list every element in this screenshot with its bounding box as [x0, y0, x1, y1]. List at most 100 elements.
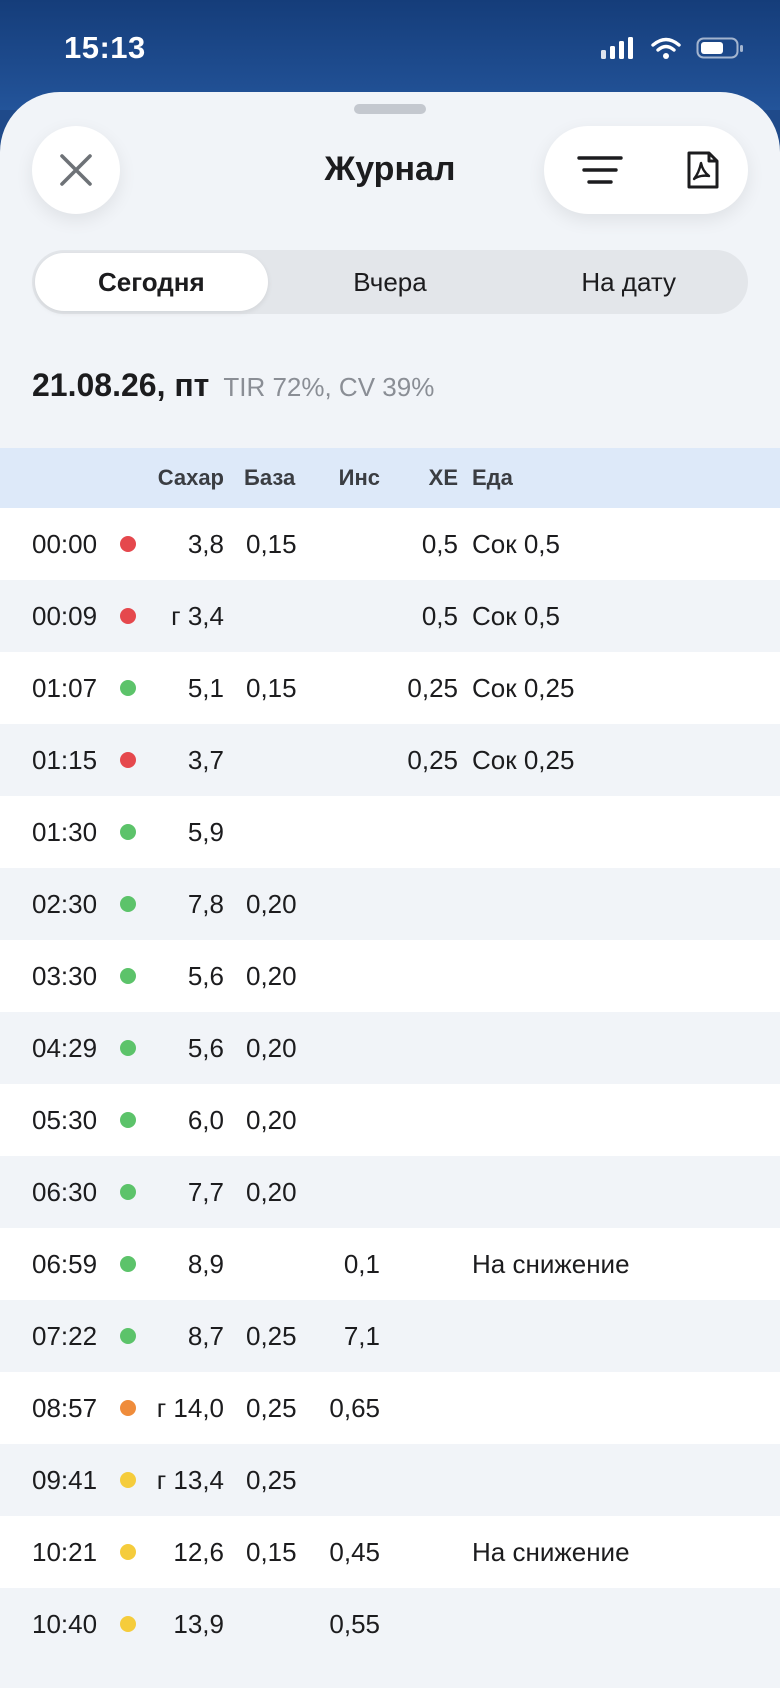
cell-xe: 0,5 — [421, 600, 458, 631]
filter-lines-icon — [577, 156, 623, 184]
cell-time: 00:00 — [32, 528, 98, 559]
tab-by-date[interactable]: На дату — [512, 253, 745, 311]
cell-time: 03:30 — [32, 960, 98, 991]
cell-sugar: г 13,4 — [156, 1464, 224, 1495]
table-row[interactable]: 06:30 7,7 0,20 — [0, 1156, 780, 1228]
status-dot-cell — [120, 1012, 136, 1084]
table-row[interactable]: 01:07 5,1 0,15 0,25 Сок 0,25 — [0, 652, 780, 724]
table-row[interactable]: 10:21 12,6 0,15 0,45 На снижение — [0, 1516, 780, 1588]
day-summary: 21.08.26, пт TIR 72%, CV 39% — [32, 367, 434, 404]
table-row[interactable]: 09:41 г 13,4 0,25 — [0, 1444, 780, 1516]
summary-date: 21.08.26, пт — [32, 367, 210, 403]
status-dot-cell — [120, 1516, 136, 1588]
journal-sheet: Журнал Сегодня Вчера На дату 21.08.26, п — [0, 92, 780, 1688]
cell-time: 09:41 — [32, 1464, 98, 1495]
status-dot-cell — [120, 1084, 136, 1156]
cell-food: Сок 0,5 — [472, 600, 560, 631]
pdf-document-icon — [687, 151, 719, 189]
status-dot-cell — [120, 1228, 136, 1300]
cell-sugar: 5,6 — [187, 1032, 224, 1063]
journal-table: Сахар База Инс ХЕ Еда 00:00 3,8 0,15 0,5 Сок… — [0, 448, 780, 1660]
glucose-status-dot — [120, 824, 136, 840]
cell-insulin: 0,1 — [343, 1248, 380, 1279]
glucose-status-dot — [120, 1040, 136, 1056]
cell-xe: 0,25 — [407, 744, 458, 775]
table-row[interactable]: 10:40 13,9 0,55 — [0, 1588, 780, 1660]
status-dot-cell — [120, 1444, 136, 1516]
cell-food: Сок 0,25 — [472, 744, 575, 775]
cell-base: 0,25 — [246, 1392, 297, 1423]
cell-sugar: 3,7 — [187, 744, 224, 775]
cell-sugar: 7,8 — [187, 888, 224, 919]
cell-time: 02:30 — [32, 888, 98, 919]
cell-time: 10:21 — [32, 1536, 98, 1567]
tab-today[interactable]: Сегодня — [35, 253, 268, 311]
glucose-status-dot — [120, 752, 136, 768]
table-row[interactable]: 00:00 3,8 0,15 0,5 Сок 0,5 — [0, 508, 780, 580]
status-dot-cell — [120, 508, 136, 580]
cell-base: 0,25 — [246, 1320, 297, 1351]
table-row[interactable]: 04:29 5,6 0,20 — [0, 1012, 780, 1084]
cell-base: 0,25 — [246, 1464, 297, 1495]
table-row[interactable]: 03:30 5,6 0,20 — [0, 940, 780, 1012]
table-body: 00:00 3,8 0,15 0,5 Сок 0,5 00:09 г 3,4 0,5 Сок 0… — [0, 508, 780, 1660]
cell-insulin: 0,45 — [329, 1536, 380, 1567]
cell-food: Сок 0,25 — [472, 672, 575, 703]
status-dot-cell — [120, 652, 136, 724]
battery-icon — [696, 37, 743, 59]
tab-yesterday[interactable]: Вчера — [274, 253, 507, 311]
glucose-status-dot — [120, 1616, 136, 1632]
cell-base: 0,15 — [246, 528, 297, 559]
cell-sugar: 7,7 — [187, 1176, 224, 1207]
cell-sugar: 13,9 — [173, 1608, 224, 1639]
cell-xe: 0,25 — [407, 672, 458, 703]
date-range-segmented-control: Сегодня Вчера На дату — [32, 250, 748, 314]
glucose-status-dot — [120, 1328, 136, 1344]
table-row[interactable]: 06:59 8,9 0,1 На снижение — [0, 1228, 780, 1300]
cell-insulin: 0,65 — [329, 1392, 380, 1423]
status-dot-cell — [120, 1156, 136, 1228]
cell-time: 00:09 — [32, 600, 98, 631]
cell-base: 0,20 — [246, 960, 297, 991]
cell-time: 07:22 — [32, 1320, 98, 1351]
column-header-sugar: Сахар — [157, 465, 224, 490]
glucose-status-dot — [120, 1472, 136, 1488]
table-row[interactable]: 01:15 3,7 0,25 Сок 0,25 — [0, 724, 780, 796]
glucose-status-dot — [120, 1544, 136, 1560]
status-dot-cell — [120, 868, 136, 940]
table-row[interactable]: 07:22 8,7 0,25 7,1 — [0, 1300, 780, 1372]
cell-sugar: 5,9 — [187, 816, 224, 847]
filter-button[interactable] — [556, 126, 644, 214]
column-header-food: Еда — [472, 465, 513, 490]
glucose-status-dot — [120, 608, 136, 624]
table-row[interactable]: 00:09 г 3,4 0,5 Сок 0,5 — [0, 580, 780, 652]
summary-stats: TIR 72%, CV 39% — [223, 372, 435, 402]
cell-base: 0,20 — [246, 1032, 297, 1063]
cell-time: 06:59 — [32, 1248, 98, 1279]
cell-sugar: 5,6 — [187, 960, 224, 991]
table-row[interactable]: 02:30 7,8 0,20 — [0, 868, 780, 940]
sheet-grabber[interactable] — [354, 104, 426, 114]
cellular-signal-icon — [601, 37, 633, 59]
status-dot-cell — [120, 1300, 136, 1372]
cell-time: 10:40 — [32, 1608, 98, 1639]
cell-base: 0,20 — [246, 888, 297, 919]
cell-time: 01:30 — [32, 816, 98, 847]
status-icons — [600, 36, 744, 60]
cell-insulin: 7,1 — [343, 1320, 380, 1351]
table-row[interactable]: 08:57 г 14,0 0,25 0,65 — [0, 1372, 780, 1444]
table-row[interactable]: 01:30 5,9 — [0, 796, 780, 868]
table-row[interactable]: 05:30 6,0 0,20 — [0, 1084, 780, 1156]
cell-time: 04:29 — [32, 1032, 98, 1063]
cell-xe: 0,5 — [421, 528, 458, 559]
cell-sugar: 6,0 — [187, 1104, 224, 1135]
pdf-export-button[interactable] — [659, 126, 747, 214]
column-header-base: База — [244, 465, 296, 490]
status-dot-cell — [120, 1372, 136, 1444]
cell-base: 0,15 — [246, 1536, 297, 1567]
cell-sugar: г 3,4 — [171, 600, 224, 631]
cell-time: 08:57 — [32, 1392, 98, 1423]
cell-time: 05:30 — [32, 1104, 98, 1135]
cell-food: Сок 0,5 — [472, 528, 560, 559]
column-header-xe: ХЕ — [428, 465, 458, 490]
